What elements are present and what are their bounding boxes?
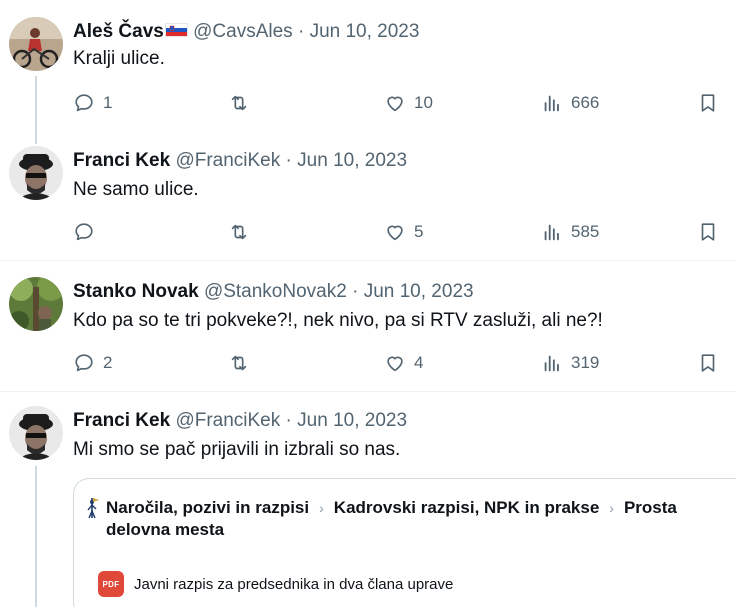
tweet-header: Franci Kek @FranciKek · Jun 10, 2023 — [73, 149, 407, 173]
views-button[interactable]: 319 — [541, 351, 599, 375]
display-name[interactable]: Stanko Novak — [73, 281, 199, 302]
avatar[interactable] — [9, 17, 63, 71]
avatar[interactable] — [9, 146, 63, 200]
handle[interactable]: @FranciKek — [175, 410, 280, 431]
reply-button[interactable] — [73, 220, 103, 244]
display-name[interactable]: Franci Kek — [73, 150, 170, 171]
retweet-button[interactable] — [228, 91, 250, 115]
heart-icon — [387, 225, 403, 241]
tweet-3[interactable]: Stanko Novak @StankoNovak2 · Jun 10, 202… — [0, 261, 736, 391]
retweet-button[interactable] — [228, 220, 250, 244]
thread-line — [35, 466, 37, 607]
tweet-text: Mi smo se pač prijavili in izbrali so na… — [73, 439, 401, 460]
reply-count: 2 — [103, 353, 113, 372]
separator-dot: · — [352, 281, 359, 302]
tweet-header: Franci Kek @FranciKek · Jun 10, 2023 — [73, 409, 407, 433]
views-button[interactable]: 666 — [541, 91, 599, 115]
reply-button[interactable]: 2 — [73, 351, 112, 375]
tweet-1[interactable]: Aleš Čavs @CavsAles · Jun 10, 2023 Kralj… — [0, 0, 736, 132]
retweet-icon — [231, 224, 247, 240]
bookmark-icon — [701, 94, 715, 112]
breadcrumb-item[interactable]: Kadrovski razpisi, NPK in prakse — [334, 498, 600, 517]
separator-dot: · — [297, 21, 305, 42]
view-count: 585 — [571, 222, 600, 241]
views-button[interactable]: 585 — [541, 220, 599, 244]
heart-icon — [387, 356, 403, 372]
timestamp[interactable]: Jun 10, 2023 — [364, 281, 474, 302]
views-icon — [544, 224, 559, 241]
like-button[interactable]: 10 — [384, 91, 433, 115]
heart-icon — [387, 96, 403, 112]
separator-dot: · — [285, 410, 292, 431]
reply-icon — [75, 354, 93, 372]
action-bar: 5 585 — [73, 220, 733, 244]
pdf-title[interactable]: Javni razpis za predsednika in dva člana… — [134, 576, 453, 593]
tweet-text: Ne samo ulice. — [73, 179, 199, 200]
breadcrumb: Naročila, pozivi in razpisi › Kadrovski ra… — [106, 497, 726, 541]
views-icon — [544, 95, 559, 112]
tweet-header: Aleš Čavs @CavsAles · Jun 10, 2023 — [73, 20, 419, 44]
like-count: 5 — [414, 222, 424, 241]
flag-figure-icon — [87, 498, 99, 519]
avatar[interactable] — [9, 277, 63, 331]
bookmark-icon — [701, 223, 715, 241]
bookmark-button[interactable] — [697, 351, 719, 375]
thread-line — [35, 132, 37, 144]
separator-dot: · — [285, 150, 292, 171]
view-count: 666 — [571, 93, 600, 112]
pdf-document-link[interactable]: PDF Javni razpis za predsednika in dva č… — [98, 571, 453, 597]
reply-icon — [75, 94, 93, 112]
display-name[interactable]: Franci Kek — [73, 410, 170, 431]
retweet-icon — [231, 355, 247, 371]
breadcrumb-separator: › — [609, 500, 614, 516]
timestamp[interactable]: Jun 10, 2023 — [310, 21, 420, 42]
timestamp[interactable]: Jun 10, 2023 — [297, 150, 407, 171]
views-icon — [544, 355, 559, 372]
reply-count: 1 — [103, 93, 113, 112]
tweet-2[interactable]: Franci Kek @FranciKek · Jun 10, 2023 Ne … — [0, 132, 736, 260]
display-name[interactable]: Aleš Čavs — [73, 21, 164, 42]
bookmark-icon — [701, 354, 715, 372]
view-count: 319 — [571, 353, 600, 372]
like-button[interactable]: 4 — [384, 351, 423, 375]
like-count: 4 — [414, 353, 424, 372]
action-bar: 1 10 666 — [73, 91, 733, 115]
handle[interactable]: @CavsAles — [193, 21, 293, 42]
handle[interactable]: @StankoNovak2 — [204, 281, 347, 302]
reply-button[interactable]: 1 — [73, 91, 112, 115]
tweet-text: Kdo pa so te tri pokveke?!, nek nivo, pa… — [73, 310, 603, 331]
bookmark-button[interactable] — [697, 220, 719, 244]
bookmark-button[interactable] — [697, 91, 719, 115]
breadcrumb-item[interactable]: Naročila, pozivi in razpisi — [106, 498, 309, 517]
avatar[interactable] — [9, 406, 63, 460]
breadcrumb-separator: › — [319, 500, 324, 516]
like-button[interactable]: 5 — [384, 220, 423, 244]
slovenia-flag-icon — [164, 22, 188, 37]
tweet-header: Stanko Novak @StankoNovak2 · Jun 10, 202… — [73, 280, 474, 304]
retweet-button[interactable] — [228, 351, 250, 375]
handle[interactable]: @FranciKek — [175, 150, 280, 171]
tweet-text: Kralji ulice. — [73, 48, 165, 69]
reply-icon — [75, 223, 93, 241]
retweet-icon — [231, 95, 247, 111]
pdf-icon: PDF — [98, 571, 124, 597]
thread-line — [35, 76, 37, 132]
action-bar: 2 4 319 — [73, 351, 733, 375]
like-count: 10 — [414, 93, 433, 112]
timestamp[interactable]: Jun 10, 2023 — [297, 410, 407, 431]
embedded-image-card[interactable]: Naročila, pozivi in razpisi › Kadrovski ra… — [73, 478, 736, 607]
